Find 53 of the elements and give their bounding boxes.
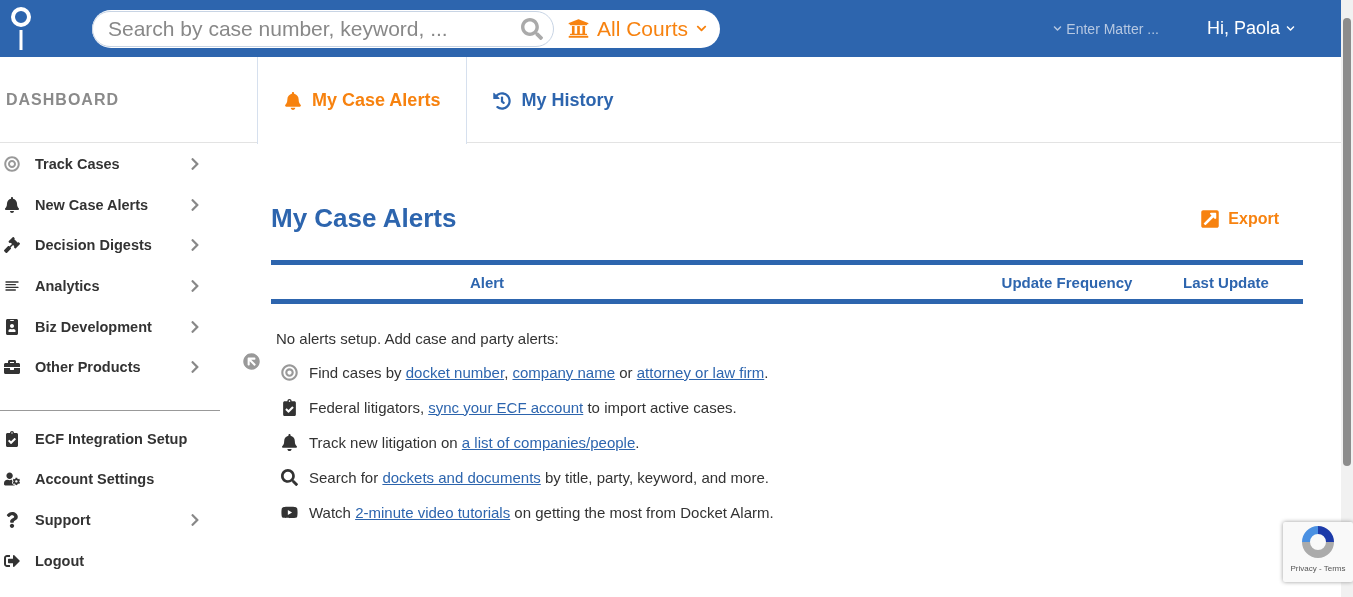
page-title: My Case Alerts bbox=[271, 203, 457, 234]
link[interactable]: 2-minute video tutorials bbox=[355, 503, 511, 521]
bell-icon bbox=[281, 433, 298, 451]
sidebar-item[interactable]: Logout bbox=[0, 540, 220, 581]
sidebar-item[interactable]: ECF Integration Setup bbox=[0, 418, 220, 460]
sidebar-item[interactable]: Decision Digests bbox=[0, 225, 220, 266]
column-header[interactable]: Last Update bbox=[1183, 273, 1269, 291]
link[interactable]: sync your ECF account bbox=[428, 398, 584, 416]
sidebar-item[interactable]: Other Products bbox=[0, 346, 220, 388]
tab[interactable]: My History bbox=[467, 57, 640, 144]
search-icon[interactable] bbox=[521, 17, 543, 40]
sidebar-item[interactable]: Track Cases bbox=[0, 144, 220, 185]
column-header[interactable]: Alert bbox=[469, 273, 505, 291]
briefcase-icon bbox=[4, 359, 20, 376]
sidebar-item[interactable]: Biz Development bbox=[0, 306, 220, 347]
gavel-icon bbox=[4, 237, 20, 254]
chevron-down-icon bbox=[1053, 24, 1063, 33]
link[interactable]: company name bbox=[512, 363, 616, 381]
bell-icon bbox=[284, 91, 302, 110]
link[interactable]: a list of companies/people bbox=[461, 433, 636, 451]
logout-icon bbox=[4, 552, 20, 569]
logo-icon[interactable] bbox=[10, 5, 32, 52]
suggestion-text: Federal litigators, sync your ECF account to import active cases. bbox=[309, 398, 737, 416]
matter-dropdown[interactable]: Enter Matter ... bbox=[1047, 19, 1165, 38]
suggestion-text: Track new litigation on a list of companies/people. bbox=[309, 433, 640, 451]
column-header[interactable]: Update Frequency bbox=[1001, 273, 1133, 291]
courthouse-icon bbox=[568, 18, 589, 39]
suggestion-text: Search for dockets and documents by title, party, keyword, and more. bbox=[309, 468, 769, 486]
clipboard-check-icon bbox=[4, 430, 20, 447]
clipboard-check-icon bbox=[281, 398, 298, 416]
link[interactable]: docket number bbox=[405, 363, 505, 381]
captcha-links[interactable]: Privacy - Terms bbox=[1290, 564, 1346, 573]
user-gear-icon bbox=[4, 471, 20, 488]
user-menu[interactable]: Hi, Paola bbox=[1200, 17, 1301, 40]
id-badge-icon bbox=[4, 318, 20, 335]
question-icon bbox=[4, 512, 20, 529]
sidebar-item[interactable]: New Case Alerts bbox=[0, 184, 220, 226]
link[interactable]: dockets and documents bbox=[382, 468, 541, 486]
chevron-down-icon bbox=[696, 23, 708, 34]
sidebar-item[interactable]: Account Settings bbox=[0, 459, 220, 500]
empty-message: No alerts setup. Add case and party alerts: bbox=[276, 330, 560, 347]
sidebar-item[interactable]: Analytics bbox=[0, 265, 220, 307]
search-icon bbox=[281, 468, 298, 486]
suggestion-text: Find cases by docket number, company name or attorney or law firm. bbox=[309, 363, 769, 381]
recaptcha-badge[interactable]: Privacy - Terms bbox=[1283, 522, 1353, 582]
target-icon bbox=[281, 363, 298, 381]
sidebar-item[interactable]: Support bbox=[0, 499, 220, 541]
suggestion-text: Watch 2-minute video tutorials on getting the most from Docket Alarm. bbox=[309, 503, 774, 521]
export-icon bbox=[1200, 208, 1221, 229]
chevron-down-icon bbox=[1286, 24, 1295, 33]
target-icon bbox=[4, 156, 20, 173]
bell-icon bbox=[4, 196, 20, 213]
history-icon bbox=[493, 91, 512, 110]
